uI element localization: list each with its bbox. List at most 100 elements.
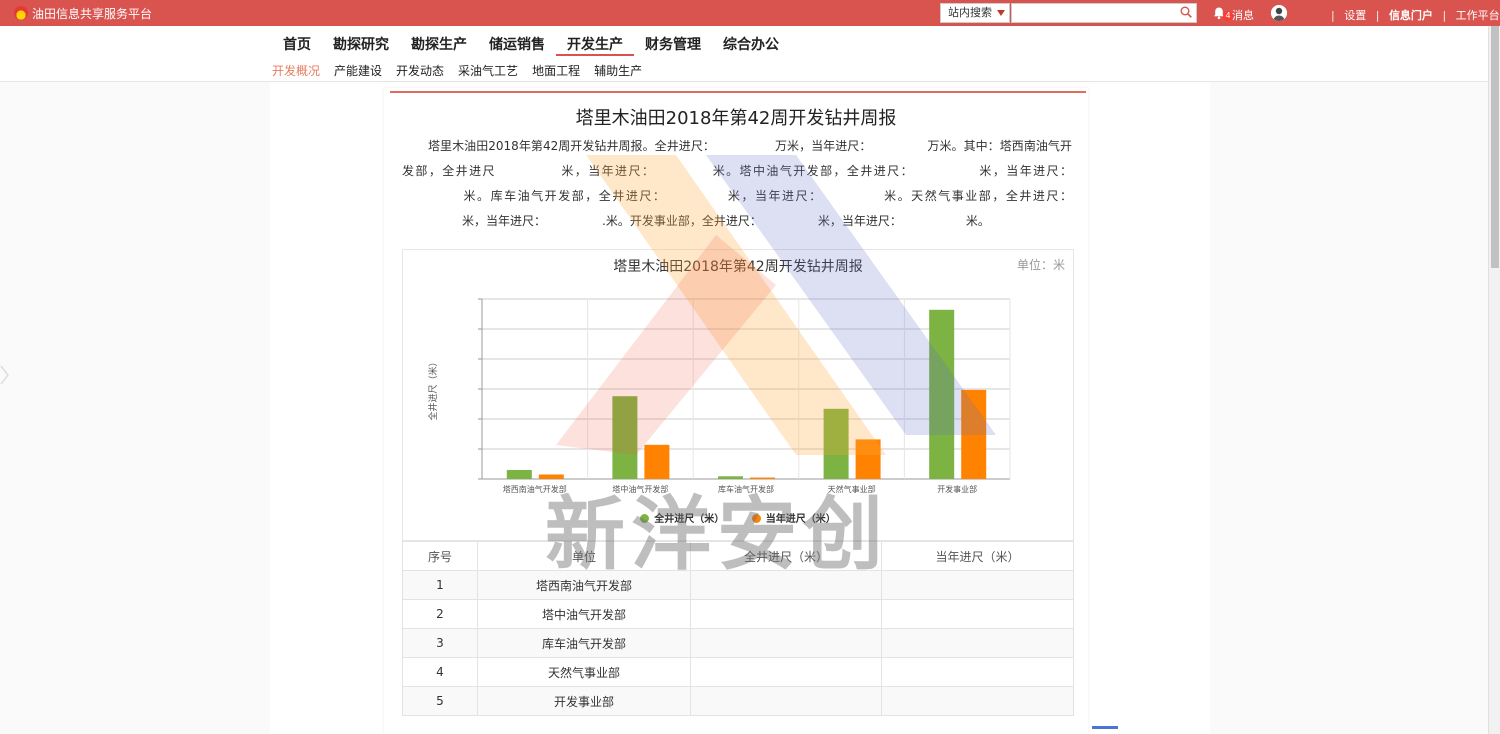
subnav-item-capacity[interactable]: 产能建设 (327, 59, 389, 82)
legend-dot-icon (640, 514, 650, 523)
search-icon[interactable] (1180, 6, 1192, 18)
work-platform-link[interactable]: 工作平台 (1456, 9, 1500, 22)
sub-nav: 开发概况 产能建设 开发动态 采油气工艺 地面工程 辅助生产 (265, 59, 649, 82)
bar (644, 444, 670, 479)
summary-text: 米。塔中油气开发部，全井进尺： (711, 164, 915, 178)
summary-text: 米，当年进尺： (978, 164, 1072, 178)
col-header-no: 序号 (402, 541, 478, 571)
link-separator: | (1375, 9, 1380, 22)
report-title: 塔里木油田2018年第42周开发钻井周报 (575, 108, 897, 129)
nav-item-home[interactable]: 首页 (272, 26, 322, 56)
table-header-row: 序号 单位 全井进尺（米） 当年进尺（米） (402, 541, 1074, 571)
bar (538, 474, 564, 479)
bar (506, 470, 532, 479)
top-links: | 设置 | 信息门户 | 工作平台 (1325, 7, 1500, 23)
legend-label: 当年进尺（米） (765, 514, 836, 525)
cell-unit: 开发事业部 (477, 686, 691, 716)
summary-text: 米，当年进尺： (726, 189, 823, 203)
search-scope-select[interactable]: 站内搜索 (940, 3, 1010, 23)
x-tick-label: 天然气事业部 (828, 484, 876, 494)
settings-link[interactable]: 设置 (1344, 9, 1366, 22)
legend-item-total[interactable]: 全井进尺（米） (640, 510, 724, 525)
cell-no: 1 (402, 570, 478, 600)
nav-item-office[interactable]: 综合办公 (712, 26, 790, 56)
summary-text: 米。库车油气开发部，全井进尺： (462, 189, 667, 203)
col-header-total: 全井进尺（米） (690, 541, 882, 571)
cell-total (690, 570, 882, 600)
cell-annual (881, 599, 1074, 629)
page-scrollbar[interactable] (1488, 26, 1500, 734)
legend-dot-icon (751, 514, 761, 523)
caret-down-icon (997, 10, 1005, 16)
table-row: 1 塔西南油气开发部 (402, 570, 1074, 600)
legend-label: 全井进尺（米） (654, 514, 725, 525)
bar (718, 476, 743, 479)
report-table: 序号 单位 全井进尺（米） 当年进尺（米） 1 塔西南油气开发部 2 塔中油气开… (402, 541, 1074, 716)
cell-total (690, 686, 882, 716)
messages-link[interactable]: 消息 (1232, 7, 1254, 23)
report-summary: 塔里木油田2018年第42周开发钻井周报。全井进尺： 万米，当年进尺： 万米。其中：… (402, 134, 1072, 234)
navigation-area: 首页 勘探研究 勘探生产 储运销售 开发生产 财务管理 综合办公 开发概况 产能… (0, 26, 1488, 82)
top-bar: 油田信息共享服务平台 站内搜索 4 消息 | 设置 | 信息门户 | 工作平台 (0, 0, 1500, 26)
cell-unit: 塔西南油气开发部 (477, 570, 691, 600)
col-header-unit: 单位 (477, 541, 691, 571)
bar-chart: 塔西南油气开发部 塔中油气开发部 库车油气开发部 天然气事业部 开发事业部 全井进尺（米） (427, 298, 1011, 494)
subnav-item-dynamics[interactable]: 开发动态 (389, 59, 451, 82)
summary-text: 塔里木油田2018年第42周开发钻井周报。全井进尺： (428, 139, 715, 153)
cell-total (690, 628, 882, 658)
cell-no: 4 (402, 657, 478, 687)
summary-text: .米。开发事业部，全井进尺： (602, 214, 762, 228)
table-row: 2 塔中油气开发部 (402, 599, 1074, 629)
cell-annual (881, 686, 1074, 716)
chart-legend: 全井进尺（米） 当年进尺（米） (403, 510, 1073, 525)
bar (929, 309, 955, 479)
summary-text: 米。 (965, 214, 990, 228)
summary-text: 万米，当年进尺： (774, 139, 872, 153)
summary-text: 米，当年进尺： (559, 164, 656, 178)
col-header-annual: 当年进尺（米） (881, 541, 1074, 571)
subnav-item-surface[interactable]: 地面工程 (525, 59, 587, 82)
cell-annual (881, 657, 1074, 687)
table-row: 5 开发事业部 (402, 686, 1074, 716)
chevron-left-icon[interactable] (0, 362, 10, 388)
bar (961, 389, 987, 479)
bottom-indicator (1092, 726, 1118, 729)
nav-item-exploration-research[interactable]: 勘探研究 (322, 26, 400, 56)
subnav-item-process[interactable]: 采油气工艺 (451, 59, 525, 82)
company-logo-icon (14, 6, 28, 20)
nav-item-exploration-production[interactable]: 勘探生产 (400, 26, 478, 56)
bar (855, 439, 881, 479)
legend-item-annual[interactable]: 当年进尺（米） (751, 510, 836, 525)
article-top-rule (390, 91, 1086, 93)
chart-unit-label: 单位：米 (1016, 258, 1065, 272)
chart-container: 塔西南油气开发部 塔中油气开发部 库车油气开发部 天然气事业部 开发事业部 全井进尺（米）… (402, 249, 1074, 541)
user-avatar[interactable] (1271, 5, 1287, 21)
info-portal-link[interactable]: 信息门户 (1389, 9, 1433, 22)
user-avatar-icon (1271, 5, 1287, 21)
nav-item-development-production[interactable]: 开发生产 (556, 26, 634, 56)
scrollbar-thumb[interactable] (1491, 26, 1499, 268)
platform-title: 油田信息共享服务平台 (32, 7, 153, 21)
bar (823, 408, 849, 479)
cell-no: 2 (402, 599, 478, 629)
summary-text: 米，当年进尺： (817, 214, 902, 228)
nav-item-storage-sales[interactable]: 储运销售 (478, 26, 556, 56)
x-tick-label: 开发事业部 (937, 484, 977, 494)
cell-unit: 天然气事业部 (477, 657, 691, 687)
nav-item-finance[interactable]: 财务管理 (634, 26, 712, 56)
cell-unit: 库车油气开发部 (477, 628, 691, 658)
search-input[interactable] (1011, 3, 1197, 23)
summary-text: 米，当年进尺： (462, 214, 547, 228)
subnav-item-overview[interactable]: 开发概况 (265, 59, 327, 82)
cell-annual (881, 570, 1074, 600)
cell-no: 3 (402, 628, 478, 658)
cell-unit: 塔中油气开发部 (477, 599, 691, 629)
table-row: 3 库车油气开发部 (402, 628, 1074, 658)
x-tick-label: 库车油气开发部 (718, 484, 774, 494)
link-separator: | (1442, 9, 1447, 22)
table-row: 4 天然气事业部 (402, 657, 1074, 687)
cell-total (690, 599, 882, 629)
main-nav: 首页 勘探研究 勘探生产 储运销售 开发生产 财务管理 综合办公 (272, 26, 790, 56)
subnav-item-auxiliary[interactable]: 辅助生产 (587, 59, 649, 82)
chart-title: 塔里木油田2018年第42周开发钻井周报 (613, 259, 863, 275)
